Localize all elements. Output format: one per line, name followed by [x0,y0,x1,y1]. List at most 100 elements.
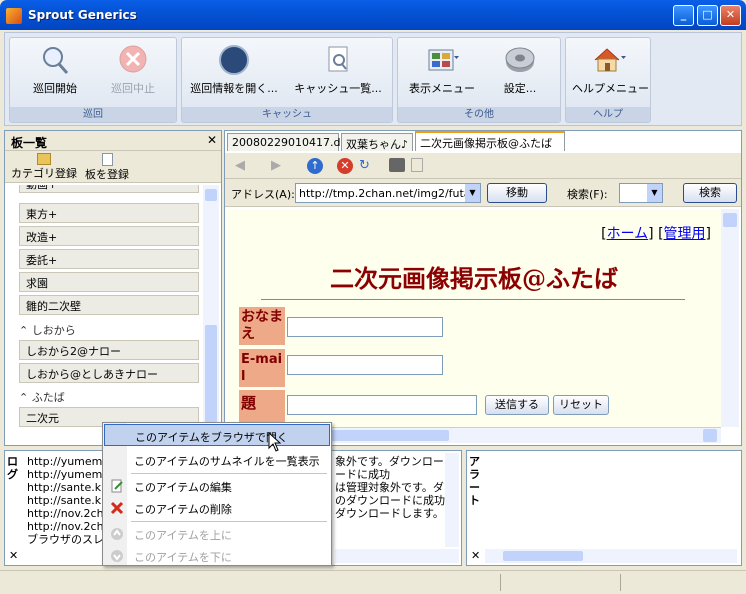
maximize-button[interactable]: □ [697,5,718,26]
alert-panel: アラート ✕ [466,450,742,566]
search-dropdown-arrow[interactable]: ▼ [647,184,662,202]
alert-panel-title: アラート [469,455,480,507]
browser-tab[interactable]: 双葉ちゃん♪ [341,133,413,151]
app-icon [6,8,22,24]
window-title: Sprout Generics [28,8,137,22]
search-label: 検索(F): [567,188,608,201]
board-item[interactable]: 委託+ [19,249,199,269]
forward-icon[interactable]: ▶ [271,158,281,173]
status-divider [620,574,621,591]
board-panel-close-button[interactable]: ✕ [207,133,217,147]
submit-button[interactable]: 送信する [485,395,549,415]
board-item[interactable]: 動画+ [19,185,199,193]
ribbon: 巡回開始 巡回中止 巡回 巡回情報を開く... キャッシュ一覧... キャッシュ [4,32,742,126]
address-dropdown-arrow[interactable]: ▼ [465,184,480,202]
menu-item-move-down[interactable]: このアイテムを下に [104,545,330,567]
open-patrol-info-label: 巡回情報を開く... [190,82,278,95]
category-label: しおから [31,324,76,337]
stop-patrol-button[interactable]: 巡回中止 [98,44,168,104]
category-label: ふたば [31,391,65,404]
admin-link[interactable]: 管理用 [664,226,706,242]
stop-icon[interactable]: ✕ [337,158,353,174]
reset-button[interactable]: リセット [553,395,609,415]
scroll-thumb[interactable] [503,551,583,561]
log-line: ダウンロードします。 [335,507,444,520]
register-category-button[interactable]: カテゴリ登録 [11,153,77,181]
menu-item-edit[interactable]: このアイテムの編集 [104,475,330,497]
scroll-up-arrow[interactable] [723,213,737,227]
name-input[interactable] [287,317,443,337]
open-patrol-info-button[interactable]: 巡回情報を開く... [188,44,280,104]
category-header-futaba[interactable]: ⌃ ふたば [15,389,201,406]
menu-item-label: このアイテムをブラウザで開く [135,431,288,444]
board-panel-header: 板一覧 ✕ [5,131,221,151]
log-line: http://yumemis [27,468,107,481]
board-item[interactable]: 改造+ [19,226,199,246]
search-button[interactable]: 検索 [683,183,737,203]
delete-icon [110,501,124,515]
log-lines-left: http://yumemis http://yumemis http://san… [27,455,107,546]
magnifier-icon [38,44,72,76]
scroll-right-arrow[interactable] [703,429,717,442]
cache-list-button[interactable]: キャッシュ一覧... [292,44,384,104]
scroll-thumb[interactable] [205,325,217,425]
ribbon-group-cache: 巡回情報を開く... キャッシュ一覧... キャッシュ [181,37,393,123]
board-item[interactable]: 求園 [19,272,199,292]
scroll-up-arrow[interactable] [205,189,217,201]
help-menu-button[interactable]: ヘルプメニュー [572,44,649,104]
context-menu: このアイテムをブラウザで開く このアイテムのサムネイルを一覧表示 このアイテムの… [102,422,332,566]
home-arrow-icon[interactable]: ↑ [307,158,323,174]
name-label: おなまえ [239,307,285,345]
log-line: http://sante.kir [27,481,107,494]
menu-item-open-in-browser[interactable]: このアイテムをブラウザで開く [104,424,330,446]
log-line: http://nov.2cha [27,507,107,520]
board-item[interactable]: しおから@としあきナロー [19,363,199,383]
menu-item-delete[interactable]: このアイテムの削除 [104,497,330,519]
content-vertical-scrollbar[interactable] [721,209,739,427]
minimize-button[interactable]: _ [673,5,694,26]
browser-tab[interactable]: 20080229010417.dat [227,133,352,151]
register-board-label: 板を登録 [85,168,129,181]
board-item[interactable]: 東方+ [19,203,199,223]
log-line: ブラウザのスレッ [27,533,107,546]
home-link[interactable]: ホーム [607,226,649,242]
board-list-scrollbar[interactable] [203,185,219,445]
menu-separator [131,473,327,474]
register-board-button[interactable]: 板を登録 [85,153,129,182]
ribbon-group-label: キャッシュ [182,107,392,122]
folder-icon [37,153,51,165]
ribbon-group-label: 巡回 [10,107,176,122]
refresh-icon[interactable]: ↻ [359,158,370,173]
page-top-links: [ホーム] [管理用] [601,226,711,242]
address-label: アドレス(A): [231,188,295,201]
title-bar: Sprout Generics _ □ ✕ [0,0,746,30]
browser-tab-active[interactable]: 二次元画像掲示板@ふたば [415,131,565,151]
email-input[interactable] [287,355,443,375]
go-button[interactable]: 移動 [487,183,547,203]
start-patrol-button[interactable]: 巡回開始 [20,44,90,104]
compass-icon [217,44,251,76]
close-button[interactable]: ✕ [720,5,741,26]
alert-close-icon[interactable]: ✕ [471,549,480,562]
print-icon[interactable] [389,158,405,172]
subject-input[interactable] [287,395,477,415]
menu-item-label: このアイテムの削除 [134,503,232,516]
log-vertical-scrollbar[interactable] [445,453,459,547]
log-line: http://sante.kir [27,494,107,507]
log-close-icon[interactable]: ✕ [9,549,18,562]
menu-item-move-up[interactable]: このアイテムを上に [104,523,330,545]
back-icon[interactable]: ◀ [235,158,245,173]
log-line: のダウンロードに成功 [335,494,445,507]
menu-item-show-thumbnails[interactable]: このアイテムのサムネイルを一覧表示 [104,449,330,471]
category-header-shiokara[interactable]: ⌃ しおから [15,322,201,339]
board-item[interactable]: 雛的二次壁 [19,295,199,315]
preview-icon[interactable] [411,158,423,172]
settings-button[interactable]: 設定... [490,44,550,104]
address-input[interactable]: http://tmp.2chan.net/img2/futaba [295,183,481,203]
alert-horizontal-scrollbar[interactable] [485,549,737,563]
browser-panel: 20080229010417.dat 双葉ちゃん♪ 二次元画像掲示板@ふたば ◀… [224,130,742,446]
board-list: 動画+ 東方+ 改造+ 委託+ 求園 雛的二次壁 ⌃ しおから しおから2@ナロ… [5,185,203,445]
log-horizontal-scrollbar[interactable] [335,549,459,563]
board-item[interactable]: しおから2@ナロー [19,340,199,360]
view-menu-button[interactable]: 表示メニュー [406,44,478,104]
